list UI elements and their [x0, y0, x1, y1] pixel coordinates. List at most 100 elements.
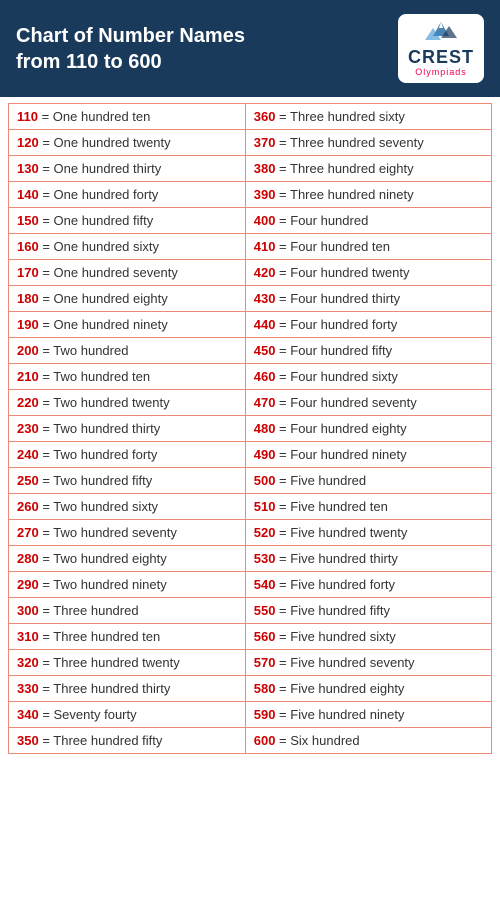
table-cell: 300 = Three hundred — [9, 598, 246, 624]
number-value: 290 — [17, 577, 42, 592]
table-row: 210 = Two hundred ten460 = Four hundred … — [9, 364, 492, 390]
table-cell: 290 = Two hundred ninety — [9, 572, 246, 598]
table-row: 140 = One hundred forty390 = Three hundr… — [9, 182, 492, 208]
table-row: 200 = Two hundred450 = Four hundred fift… — [9, 338, 492, 364]
table-cell: 270 = Two hundred seventy — [9, 520, 246, 546]
page-header: Chart of Number Names from 110 to 600 CR… — [0, 0, 500, 97]
number-value: 350 — [17, 733, 42, 748]
table-row: 250 = Two hundred fifty500 = Five hundre… — [9, 468, 492, 494]
number-value: 320 — [17, 655, 42, 670]
table-row: 220 = Two hundred twenty470 = Four hundr… — [9, 390, 492, 416]
table-cell: 450 = Four hundred fifty — [245, 338, 491, 364]
number-value: 430 — [254, 291, 279, 306]
number-value: 110 — [17, 109, 42, 124]
table-cell: 330 = Three hundred thirty — [9, 676, 246, 702]
table-cell: 250 = Two hundred fifty — [9, 468, 246, 494]
table-cell: 220 = Two hundred twenty — [9, 390, 246, 416]
table-row: 340 = Seventy fourty590 = Five hundred n… — [9, 702, 492, 728]
logo-container: CREST Olympiads — [398, 14, 484, 83]
table-cell: 140 = One hundred forty — [9, 182, 246, 208]
table-cell: 540 = Five hundred forty — [245, 572, 491, 598]
number-value: 480 — [254, 421, 279, 436]
number-value: 230 — [17, 421, 42, 436]
number-value: 260 — [17, 499, 42, 514]
number-value: 190 — [17, 317, 42, 332]
logo-text: CREST — [408, 48, 474, 66]
number-value: 540 — [254, 577, 279, 592]
table-row: 170 = One hundred seventy420 = Four hund… — [9, 260, 492, 286]
table-row: 350 = Three hundred fifty600 = Six hundr… — [9, 728, 492, 754]
number-value: 580 — [254, 681, 279, 696]
table-cell: 520 = Five hundred twenty — [245, 520, 491, 546]
number-value: 130 — [17, 161, 42, 176]
number-value: 250 — [17, 473, 42, 488]
number-value: 550 — [254, 603, 279, 618]
table-cell: 460 = Four hundred sixty — [245, 364, 491, 390]
number-value: 240 — [17, 447, 42, 462]
number-value: 530 — [254, 551, 279, 566]
table-cell: 230 = Two hundred thirty — [9, 416, 246, 442]
number-value: 410 — [254, 239, 279, 254]
table-cell: 600 = Six hundred — [245, 728, 491, 754]
table-cell: 110 = One hundred ten — [9, 104, 246, 130]
table-row: 150 = One hundred fifty400 = Four hundre… — [9, 208, 492, 234]
table-cell: 340 = Seventy fourty — [9, 702, 246, 728]
table-cell: 380 = Three hundred eighty — [245, 156, 491, 182]
number-names-table: 110 = One hundred ten360 = Three hundred… — [8, 103, 492, 754]
page-title: Chart of Number Names from 110 to 600 — [16, 23, 276, 75]
number-value: 360 — [254, 109, 279, 124]
table-row: 190 = One hundred ninety440 = Four hundr… — [9, 312, 492, 338]
logo-sub: Olympiads — [415, 67, 467, 77]
table-cell: 360 = Three hundred sixty — [245, 104, 491, 130]
number-value: 340 — [17, 707, 42, 722]
table-cell: 130 = One hundred thirty — [9, 156, 246, 182]
table-row: 290 = Two hundred ninety540 = Five hundr… — [9, 572, 492, 598]
number-value: 210 — [17, 369, 42, 384]
number-value: 270 — [17, 525, 42, 540]
number-value: 590 — [254, 707, 279, 722]
number-value: 490 — [254, 447, 279, 462]
logo-icon — [423, 20, 459, 48]
number-value: 300 — [17, 603, 42, 618]
table-row: 270 = Two hundred seventy520 = Five hund… — [9, 520, 492, 546]
number-value: 220 — [17, 395, 42, 410]
table-cell: 510 = Five hundred ten — [245, 494, 491, 520]
table-row: 280 = Two hundred eighty530 = Five hundr… — [9, 546, 492, 572]
table-cell: 430 = Four hundred thirty — [245, 286, 491, 312]
table-row: 260 = Two hundred sixty510 = Five hundre… — [9, 494, 492, 520]
number-value: 380 — [254, 161, 279, 176]
number-value: 450 — [254, 343, 279, 358]
table-cell: 160 = One hundred sixty — [9, 234, 246, 260]
table-row: 330 = Three hundred thirty580 = Five hun… — [9, 676, 492, 702]
table-cell: 280 = Two hundred eighty — [9, 546, 246, 572]
number-value: 180 — [17, 291, 42, 306]
table-cell: 200 = Two hundred — [9, 338, 246, 364]
table-cell: 570 = Five hundred seventy — [245, 650, 491, 676]
number-value: 420 — [254, 265, 279, 280]
table-cell: 550 = Five hundred fifty — [245, 598, 491, 624]
number-value: 370 — [254, 135, 279, 150]
table-cell: 410 = Four hundred ten — [245, 234, 491, 260]
number-value: 600 — [254, 733, 279, 748]
table-cell: 490 = Four hundred ninety — [245, 442, 491, 468]
table-cell: 350 = Three hundred fifty — [9, 728, 246, 754]
number-value: 200 — [17, 343, 42, 358]
table-cell: 560 = Five hundred sixty — [245, 624, 491, 650]
number-value: 120 — [17, 135, 42, 150]
table-cell: 470 = Four hundred seventy — [245, 390, 491, 416]
table-cell: 180 = One hundred eighty — [9, 286, 246, 312]
number-value: 330 — [17, 681, 42, 696]
number-value: 310 — [17, 629, 42, 644]
number-value: 520 — [254, 525, 279, 540]
table-cell: 320 = Three hundred twenty — [9, 650, 246, 676]
number-value: 470 — [254, 395, 279, 410]
table-cell: 310 = Three hundred ten — [9, 624, 246, 650]
table-row: 230 = Two hundred thirty480 = Four hundr… — [9, 416, 492, 442]
table-cell: 580 = Five hundred eighty — [245, 676, 491, 702]
number-value: 140 — [17, 187, 42, 202]
table-cell: 260 = Two hundred sixty — [9, 494, 246, 520]
table-row: 110 = One hundred ten360 = Three hundred… — [9, 104, 492, 130]
table-row: 240 = Two hundred forty490 = Four hundre… — [9, 442, 492, 468]
table-cell: 420 = Four hundred twenty — [245, 260, 491, 286]
table-row: 300 = Three hundred550 = Five hundred fi… — [9, 598, 492, 624]
